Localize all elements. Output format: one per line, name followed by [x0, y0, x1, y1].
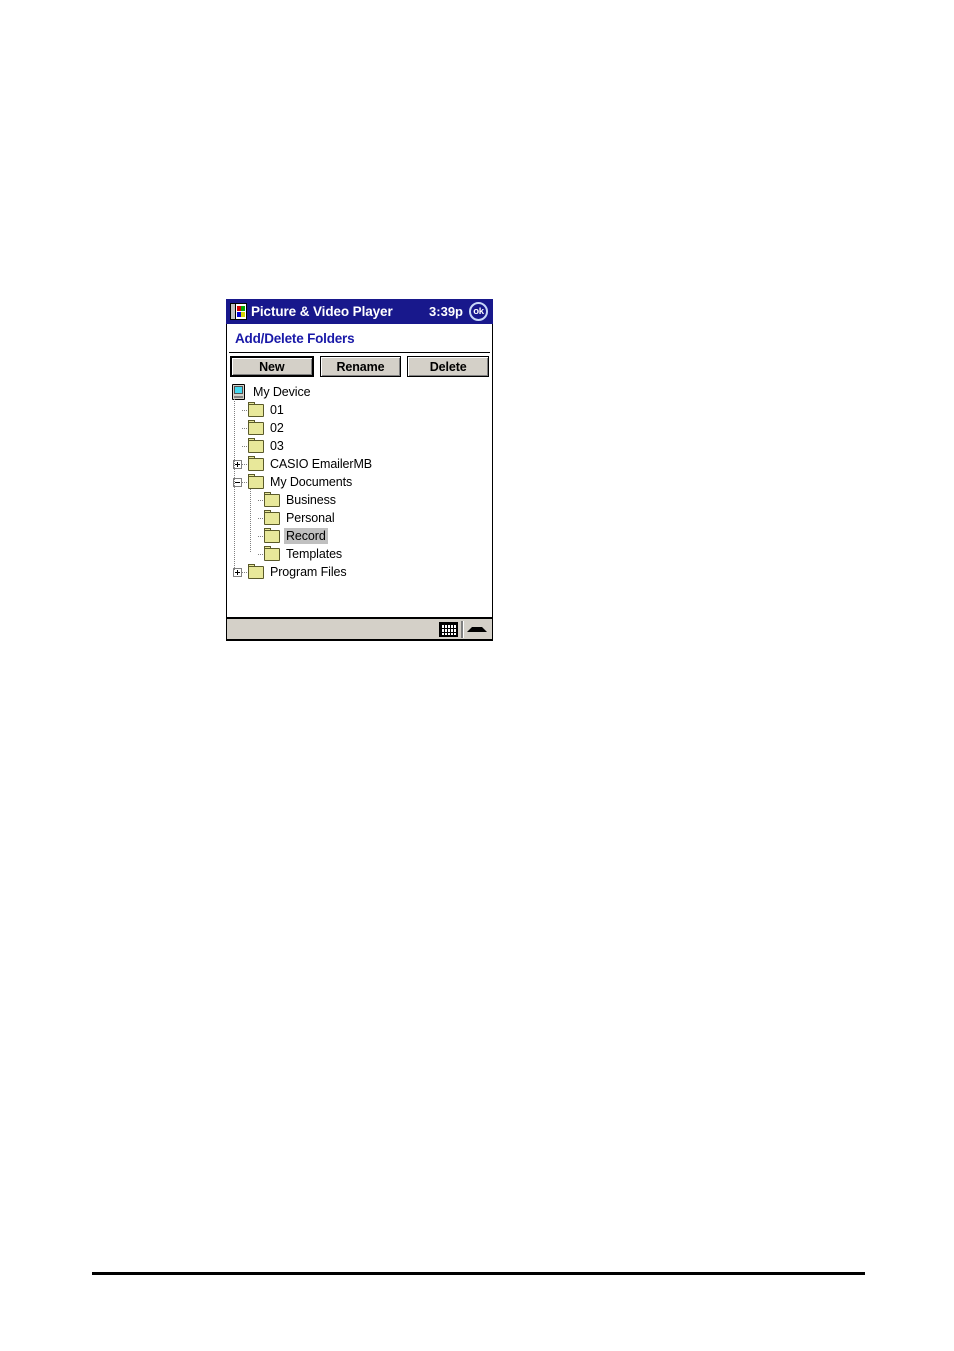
rename-button[interactable]: Rename — [319, 356, 402, 377]
delete-button[interactable]: Delete — [407, 356, 490, 377]
tree-trunk-line — [250, 489, 251, 552]
tree-item-label: CASIO EmailerMB — [270, 457, 372, 471]
tree-item[interactable]: My Documents — [231, 473, 492, 491]
sip-taskbar — [226, 617, 493, 641]
tree-item-label: 01 — [270, 403, 284, 417]
toolbar-separator — [229, 352, 490, 353]
tree-item[interactable]: 01 — [231, 401, 492, 419]
folder-icon — [248, 473, 264, 489]
tree-item-label: 03 — [270, 439, 284, 453]
folder-icon — [248, 419, 264, 435]
page-footer-rule — [92, 1272, 865, 1275]
screen-body: Add/Delete Folders New Rename Delete My … — [226, 324, 493, 617]
tree-item[interactable]: My Device — [231, 383, 492, 401]
tree-item-label: Record — [284, 528, 328, 544]
tree-item-label: Business — [286, 493, 336, 507]
tree-item[interactable]: Business — [231, 491, 492, 509]
clock: 3:39p — [429, 304, 463, 319]
tree-trunk-line — [234, 399, 235, 571]
folder-tree[interactable]: My Device 01 02 03 CASIO EmailerMB My Documen… — [227, 381, 492, 581]
tree-item-label: Program Files — [270, 565, 347, 579]
window-title: Picture & Video Player — [251, 304, 393, 319]
folder-icon — [264, 545, 280, 561]
tree-item[interactable]: Personal — [231, 509, 492, 527]
ok-button[interactable]: ok — [469, 302, 488, 321]
tree-item-label: Templates — [286, 547, 343, 561]
picture-video-player-icon — [230, 303, 247, 320]
tree-item[interactable]: 03 — [231, 437, 492, 455]
tree-item-label: Personal — [286, 511, 335, 525]
folder-icon — [264, 527, 280, 543]
new-button[interactable]: New — [230, 356, 314, 377]
folder-icon — [264, 491, 280, 507]
folder-icon — [264, 509, 280, 525]
chevron-up-icon[interactable] — [467, 626, 487, 632]
tree-item-label: My Device — [253, 385, 311, 399]
tree-item[interactable]: CASIO EmailerMB — [231, 455, 492, 473]
tree-item[interactable]: Program Files — [231, 563, 492, 581]
keyboard-icon[interactable] — [439, 621, 458, 637]
command-button-row: New Rename Delete — [227, 356, 492, 381]
folder-icon — [248, 437, 264, 453]
taskbar-divider — [461, 620, 464, 638]
tree-item[interactable]: 02 — [231, 419, 492, 437]
page-title: Add/Delete Folders — [235, 331, 355, 346]
device-icon — [231, 384, 247, 400]
tree-item[interactable]: Record — [231, 527, 492, 545]
tree-item[interactable]: Templates — [231, 545, 492, 563]
window-titlebar: Picture & Video Player 3:39p ok — [226, 299, 493, 324]
device-screenshot: Picture & Video Player 3:39p ok Add/Dele… — [226, 299, 493, 641]
empty-space — [227, 581, 492, 617]
folder-icon — [248, 563, 264, 579]
folder-icon — [248, 401, 264, 417]
folder-icon — [248, 455, 264, 471]
tree-item-label: My Documents — [270, 475, 353, 489]
tree-item-label: 02 — [270, 421, 284, 435]
